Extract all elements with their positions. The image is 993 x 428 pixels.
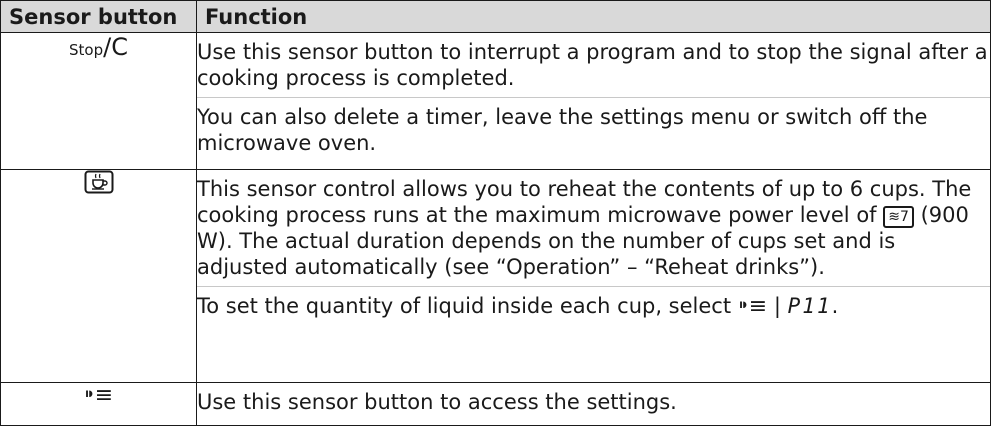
header-function: Function	[196, 0, 991, 33]
function-paragraph: Use this sensor button to interrupt a pr…	[197, 40, 988, 90]
cup-function-cell: This sensor control allows you to reheat…	[196, 169, 991, 383]
settings-function-cell: Use this sensor button to access the set…	[196, 382, 991, 426]
table-row: Stop/C Use this sensor button to interru…	[0, 32, 991, 170]
function-paragraph: To set the quantity of liquid inside eac…	[197, 286, 990, 326]
paragraph-text: This sensor control allows you to reheat…	[197, 177, 972, 227]
stop-clear-symbol-cell: Stop/C	[0, 32, 197, 170]
paragraph-text: To set the quantity of liquid inside eac…	[197, 294, 732, 318]
sentence-end: .	[831, 294, 839, 318]
table-header-row: Sensor button Function	[0, 0, 991, 33]
sensor-button-table: Sensor button Function Stop/C Use this s…	[0, 0, 991, 426]
stop-function-cell: Use this sensor button to interrupt a pr…	[196, 32, 991, 170]
cup-icon	[84, 170, 114, 198]
power-level-badge: ≋7	[883, 206, 914, 228]
table-row: ⁍≡ Use this sensor button to access the …	[0, 382, 991, 426]
function-paragraph: You can also delete a timer, leave the s…	[197, 97, 990, 162]
function-paragraph: This sensor control allows you to reheat…	[197, 170, 990, 286]
settings-symbol-cell: ⁍≡	[0, 382, 197, 426]
function-paragraph: Use this sensor button to access the set…	[197, 390, 677, 414]
stop-label: Stop	[69, 41, 104, 59]
header-sensor-button: Sensor button	[0, 0, 197, 33]
display-code: P11	[787, 294, 832, 318]
separator: |	[773, 294, 781, 318]
table-row: This sensor control allows you to reheat…	[0, 169, 991, 383]
clear-label: /C	[103, 33, 128, 61]
settings-icon: ⁍≡	[83, 383, 114, 408]
cup-symbol-cell	[0, 169, 197, 383]
settings-icon: ⁍≡	[737, 294, 768, 319]
